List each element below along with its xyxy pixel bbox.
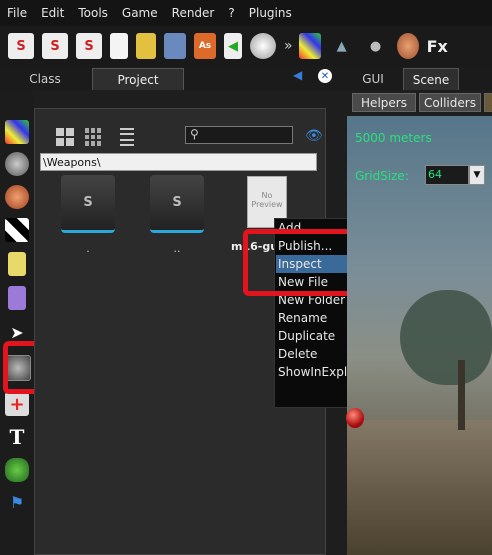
small-icons-view-icon[interactable] [85,128,103,146]
scene-tree-trunk [458,360,465,430]
tab-project[interactable]: Project [92,68,184,90]
chevron-down-icon[interactable]: ▼ [469,165,485,185]
scene-tree [400,290,492,385]
tree-tool-icon[interactable] [5,458,29,482]
save-project-icon[interactable]: S [76,33,102,59]
helpers-button[interactable]: Helpers [352,93,416,112]
collapse-left-icon[interactable]: ◀ [293,68,302,82]
tab-scene[interactable]: Scene [403,68,459,90]
open-folder-icon[interactable] [136,33,156,59]
search-icon: ⚲ [190,127,199,141]
scene-red-sphere [346,408,364,428]
toolbar-overflow-icon[interactable]: » [284,38,293,54]
disc-icon[interactable] [250,33,276,59]
open-project-icon[interactable]: S [42,33,68,59]
distance-readout: 5000 meters [355,131,432,145]
menu-tools[interactable]: Tools [71,6,115,20]
left-tab-bar: Class Project ◀ ✕ [0,66,345,91]
scene-more-button[interactable] [484,93,492,112]
terrain-icon[interactable]: ▲ [328,33,355,59]
save-as-icon[interactable]: As [194,33,216,59]
folder-current-icon[interactable]: S [61,175,115,233]
gridsize-select[interactable]: 64 [425,165,469,185]
save-disk-icon[interactable] [164,33,186,59]
add-tool-icon[interactable]: + [5,392,29,416]
cube-icon[interactable] [298,33,321,59]
path-breadcrumb[interactable]: \Weapons\ [40,153,317,171]
tab-class[interactable]: Class [0,68,90,89]
new-file-icon[interactable] [110,33,128,59]
close-panel-icon[interactable]: ✕ [318,69,332,83]
folder-parent-icon[interactable]: S [150,175,204,233]
sphere-icon[interactable] [396,33,419,59]
menu-bar: File Edit Tools Game Render ? Plugins [0,0,492,26]
toolbar: S S S As ◀ » ▲ ● Fx [0,26,492,66]
tool-icon-strip: ➤ + T ⚑ [0,90,34,555]
scene-ground [347,420,492,555]
menu-edit[interactable]: Edit [34,6,71,20]
flag-tool-icon[interactable]: ⚑ [5,490,29,514]
export-icon[interactable]: ◀ [224,33,242,59]
large-icons-view-icon[interactable] [56,128,74,146]
file-preview-text: No Preview [251,191,283,209]
checker-tool-icon[interactable] [5,218,29,242]
menu-help[interactable]: ? [221,6,241,20]
tab-gui[interactable]: GUI [353,68,393,89]
menu-game[interactable]: Game [115,6,165,20]
folder-current-label: . [86,242,90,255]
colliders-button[interactable]: Colliders [419,93,481,112]
menu-file[interactable]: File [0,6,34,20]
fx-button[interactable]: Fx [427,37,448,56]
list-view-icon[interactable] [116,128,134,146]
menu-render[interactable]: Render [165,6,222,20]
text-tool-icon[interactable]: T [5,425,29,449]
app-logo-icon[interactable]: S [8,33,34,59]
sphere-tool-icon[interactable] [5,185,29,209]
gridsize-label: GridSize: [355,169,409,183]
right-tab-bar: GUI Scene [345,66,492,91]
notes-tool-icon[interactable] [8,252,26,276]
character-icon[interactable]: ● [362,33,389,59]
script-tool-icon[interactable] [8,286,26,310]
eye-icon[interactable]: 👁 [305,128,323,144]
tire-tool-icon[interactable] [5,152,29,176]
search-input[interactable]: ⚲ [185,126,293,144]
folder-parent-label: .. [173,242,181,255]
cube-tool-icon[interactable] [5,120,29,144]
menu-plugins[interactable]: Plugins [242,6,299,20]
